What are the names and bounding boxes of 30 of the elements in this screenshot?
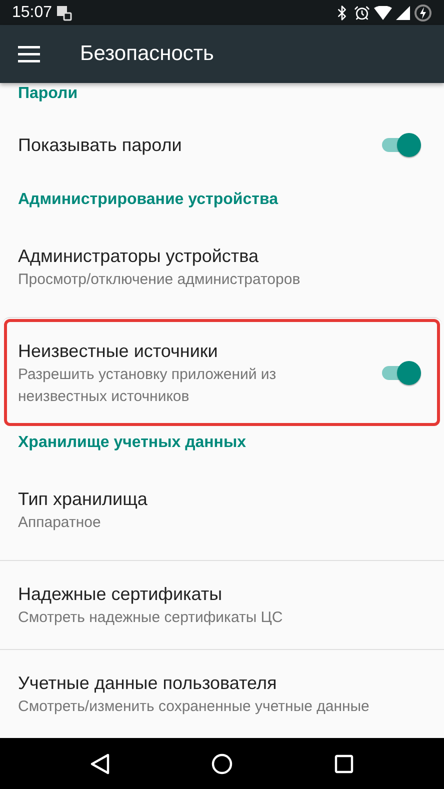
setting-title: Надежные сертификаты bbox=[18, 583, 224, 606]
setting-summary: Смотреть/изменить сохраненные учетные данные bbox=[18, 697, 370, 718]
setting-row[interactable]: Показывать пароли bbox=[0, 106, 444, 184]
setting-title: Показывать пароли bbox=[18, 134, 183, 157]
recents-button[interactable] bbox=[334, 754, 354, 774]
setting-title: Администраторы устройства bbox=[18, 244, 260, 268]
setting-summary: Смотреть надежные сертификаты ЦС bbox=[18, 608, 284, 628]
setting-summary: Аппаратное bbox=[18, 513, 102, 534]
notification-icon bbox=[56, 4, 72, 20]
section-header: Администрирование устройства bbox=[18, 190, 278, 208]
setting-title: Тип хранилища bbox=[18, 488, 148, 512]
status-time: 15:07 bbox=[12, 4, 52, 22]
setting-summary: Разрешить установку приложений из неизвестных источников bbox=[18, 364, 278, 406]
back-button[interactable] bbox=[90, 752, 110, 774]
setting-title: Учетные данные пользователя bbox=[18, 672, 278, 696]
section-header: Хранилище учетных данных bbox=[18, 434, 246, 452]
section-header: Пароли bbox=[18, 85, 78, 104]
signal-icon bbox=[396, 6, 410, 20]
setting-row[interactable]: Надежные сертификаты Смотреть надежные сертификаты ЦС bbox=[0, 560, 444, 650]
alarm-icon bbox=[354, 4, 370, 20]
home-button[interactable] bbox=[210, 752, 233, 774]
setting-summary: Просмотр/отключение администраторов bbox=[18, 270, 302, 290]
battery-charging-icon bbox=[414, 4, 432, 22]
toolbar-title: Безопасность bbox=[80, 42, 214, 66]
setting-row[interactable]: Администраторы устройства Просмотр/отключение администраторов bbox=[0, 216, 444, 316]
wifi-icon bbox=[374, 6, 392, 20]
highlighted-setting-row[interactable]: Неизвестные источники Разрешить установку приложений из неизвестных источников bbox=[2, 316, 442, 428]
setting-title: Неизвестные источники bbox=[18, 340, 219, 362]
setting-row[interactable]: Тип хранилища Аппаратное bbox=[0, 460, 444, 560]
menu-button[interactable] bbox=[18, 45, 40, 63]
